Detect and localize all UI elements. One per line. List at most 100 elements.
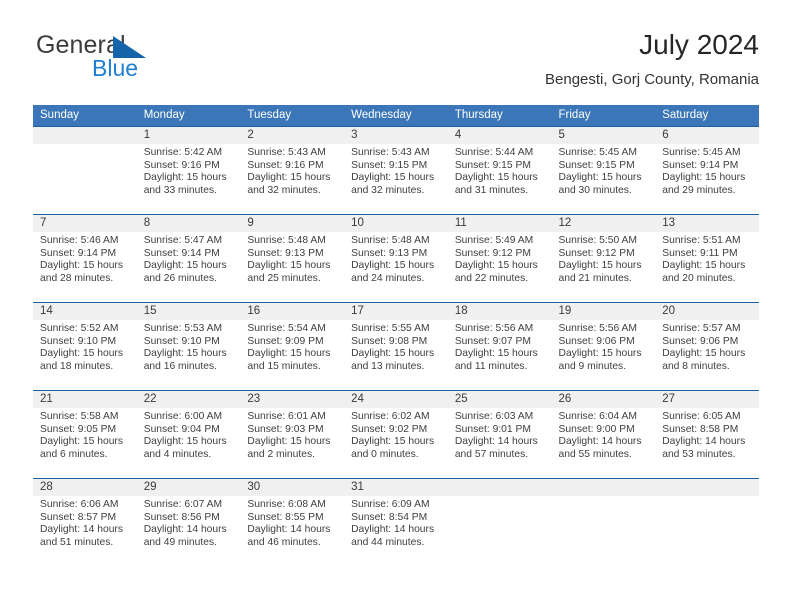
sunrise-time: Sunrise: 6:07 AM <box>143 499 223 510</box>
day-number: 2 <box>240 127 345 144</box>
day-cell[interactable]: 19 Sunrise: 5:56 AM Sunset: 9:06 PM Dayligh… <box>551 302 656 391</box>
general-blue-logo[interactable]: General Blue <box>33 31 233 91</box>
day-cell-inner: 14 Sunrise: 5:52 AM Sunset: 9:10 PM Dayligh… <box>33 303 137 390</box>
sunrise-time: Sunrise: 5:52 AM <box>40 323 119 334</box>
daylight-duration-line1: Daylight: 14 hours <box>454 436 538 448</box>
day-cell[interactable]: 21 Sunrise: 5:58 AM Sunset: 9:05 PM Dayligh… <box>33 390 137 479</box>
day-cell-inner: 19 Sunrise: 5:56 AM Sunset: 9:06 PM Dayligh… <box>551 303 656 390</box>
day-cell[interactable]: 7 Sunrise: 5:46 AM Sunset: 9:14 PM Daylight… <box>33 214 137 303</box>
day-cell[interactable]: 13 Sunrise: 5:51 AM Sunset: 9:11 PM Dayligh… <box>655 214 759 303</box>
daylight-duration-line1: Daylight: 14 hours <box>662 436 746 448</box>
daylight-duration-line1: Daylight: 15 hours <box>351 260 435 272</box>
day-cell-inner: 13 Sunrise: 5:51 AM Sunset: 9:11 PM Dayligh… <box>655 215 759 302</box>
day-details: Sunrise: 5:46 AM Sunset: 9:14 PM Daylight:… <box>33 232 137 285</box>
sunset-time: Sunset: 9:10 PM <box>40 335 117 347</box>
day-number: 8 <box>136 215 241 232</box>
day-details: Sunrise: 5:45 AM Sunset: 9:15 PM Daylight:… <box>552 144 656 197</box>
sunset-time: Sunset: 9:00 PM <box>558 423 635 435</box>
sunset-time: Sunset: 9:14 PM <box>40 247 117 259</box>
day-number: 19 <box>551 303 656 320</box>
daylight-duration-line1: Daylight: 15 hours <box>40 260 123 272</box>
daylight-duration-line1: Daylight: 14 hours <box>558 436 642 448</box>
sunrise-time: Sunrise: 6:09 AM <box>351 499 430 510</box>
sunset-time: Sunset: 9:03 PM <box>247 423 324 435</box>
day-cell[interactable]: 24 Sunrise: 6:02 AM Sunset: 9:02 PM Dayligh… <box>344 390 448 479</box>
day-details: Sunrise: 6:01 AM Sunset: 9:03 PM Daylight:… <box>240 408 344 461</box>
day-number: 9 <box>240 215 345 232</box>
weekday-header-tuesday: Tuesday <box>240 105 345 127</box>
daylight-duration-line2: and 30 minutes. <box>558 184 632 196</box>
day-details: Sunrise: 6:09 AM Sunset: 8:54 PM Daylight:… <box>344 496 448 549</box>
daylight-duration-line1: Daylight: 15 hours <box>143 348 227 360</box>
day-cell[interactable]: 10 Sunrise: 5:48 AM Sunset: 9:13 PM Dayligh… <box>344 214 448 303</box>
day-details: Sunrise: 5:48 AM Sunset: 9:13 PM Daylight:… <box>344 232 448 285</box>
day-number: 15 <box>136 303 241 320</box>
day-number: 18 <box>447 303 552 320</box>
day-cell[interactable]: 3 Sunrise: 5:43 AM Sunset: 9:15 PM Daylight… <box>344 126 448 215</box>
daylight-duration-line1: Daylight: 15 hours <box>247 260 331 272</box>
day-number: 11 <box>447 215 552 232</box>
sunset-time: Sunset: 9:12 PM <box>454 247 531 259</box>
calendar-week-row: 28 Sunrise: 6:06 AM Sunset: 8:57 PM Dayligh… <box>33 478 759 566</box>
day-cell[interactable]: 17 Sunrise: 5:55 AM Sunset: 9:08 PM Dayligh… <box>344 302 448 391</box>
daylight-duration-line2: and 32 minutes. <box>351 184 425 196</box>
day-cell[interactable]: 26 Sunrise: 6:04 AM Sunset: 9:00 PM Dayligh… <box>551 390 656 479</box>
day-number: 1 <box>136 127 241 144</box>
day-cell[interactable]: 1 Sunrise: 5:42 AM Sunset: 9:16 PM Daylight… <box>136 126 241 215</box>
sunset-time: Sunset: 9:15 PM <box>351 159 428 171</box>
day-cell[interactable]: 23 Sunrise: 6:01 AM Sunset: 9:03 PM Dayligh… <box>240 390 345 479</box>
day-cell[interactable]: 20 Sunrise: 5:57 AM Sunset: 9:06 PM Dayligh… <box>655 302 759 391</box>
weekday-header-monday: Monday <box>136 105 241 127</box>
day-cell[interactable]: 31 Sunrise: 6:09 AM Sunset: 8:54 PM Dayligh… <box>344 478 448 566</box>
daylight-duration-line1: Daylight: 14 hours <box>40 524 123 536</box>
day-cell[interactable]: 8 Sunrise: 5:47 AM Sunset: 9:14 PM Daylight… <box>136 214 241 303</box>
day-cell[interactable]: 6 Sunrise: 5:45 AM Sunset: 9:14 PM Daylight… <box>655 126 759 215</box>
sunrise-time: Sunrise: 5:56 AM <box>454 323 534 334</box>
day-cell[interactable]: 2 Sunrise: 5:43 AM Sunset: 9:16 PM Daylight… <box>240 126 345 215</box>
day-cell[interactable]: 27 Sunrise: 6:05 AM Sunset: 8:58 PM Dayligh… <box>655 390 759 479</box>
day-details: Sunrise: 5:58 AM Sunset: 9:05 PM Daylight:… <box>33 408 137 461</box>
daylight-duration-line1: Daylight: 14 hours <box>247 524 331 536</box>
day-cell[interactable]: 9 Sunrise: 5:48 AM Sunset: 9:13 PM Daylight… <box>240 214 345 303</box>
sunset-time: Sunset: 9:05 PM <box>40 423 117 435</box>
sunrise-time: Sunrise: 5:44 AM <box>454 147 534 158</box>
day-cell-inner <box>655 479 759 566</box>
sunset-time: Sunset: 9:04 PM <box>143 423 220 435</box>
day-number: 28 <box>33 479 137 496</box>
day-cell[interactable]: 4 Sunrise: 5:44 AM Sunset: 9:15 PM Daylight… <box>447 126 552 215</box>
day-cell[interactable]: 16 Sunrise: 5:54 AM Sunset: 9:09 PM Dayligh… <box>240 302 345 391</box>
day-cell[interactable]: 30 Sunrise: 6:08 AM Sunset: 8:55 PM Dayligh… <box>240 478 345 566</box>
day-cell[interactable]: 22 Sunrise: 6:00 AM Sunset: 9:04 PM Dayligh… <box>136 390 241 479</box>
day-cell-inner: 6 Sunrise: 5:45 AM Sunset: 9:14 PM Daylight… <box>655 127 759 214</box>
day-cell-inner: 18 Sunrise: 5:56 AM Sunset: 9:07 PM Dayligh… <box>447 303 552 390</box>
day-number <box>655 479 759 496</box>
day-cell[interactable]: 28 Sunrise: 6:06 AM Sunset: 8:57 PM Dayligh… <box>33 478 137 566</box>
day-number: 12 <box>551 215 656 232</box>
sunset-time: Sunset: 8:54 PM <box>351 511 428 523</box>
day-cell[interactable]: 29 Sunrise: 6:07 AM Sunset: 8:56 PM Dayligh… <box>136 478 241 566</box>
daylight-duration-line1: Daylight: 14 hours <box>143 524 227 536</box>
day-cell[interactable]: 5 Sunrise: 5:45 AM Sunset: 9:15 PM Daylight… <box>551 126 656 215</box>
calendar-week-row: 1 Sunrise: 5:42 AM Sunset: 9:16 PM Daylight… <box>33 126 759 215</box>
day-details: Sunrise: 5:53 AM Sunset: 9:10 PM Daylight:… <box>137 320 241 373</box>
day-number: 27 <box>655 391 759 408</box>
day-details: Sunrise: 6:00 AM Sunset: 9:04 PM Daylight:… <box>137 408 241 461</box>
day-cell[interactable]: 11 Sunrise: 5:49 AM Sunset: 9:12 PM Dayligh… <box>447 214 552 303</box>
day-cell[interactable]: 15 Sunrise: 5:53 AM Sunset: 9:10 PM Dayligh… <box>136 302 241 391</box>
day-cell[interactable]: 18 Sunrise: 5:56 AM Sunset: 9:07 PM Dayligh… <box>447 302 552 391</box>
day-cell[interactable]: 25 Sunrise: 6:03 AM Sunset: 9:01 PM Dayligh… <box>447 390 552 479</box>
day-number <box>551 479 656 496</box>
day-cell[interactable]: 12 Sunrise: 5:50 AM Sunset: 9:12 PM Dayligh… <box>551 214 656 303</box>
day-details: Sunrise: 5:56 AM Sunset: 9:07 PM Daylight:… <box>448 320 552 373</box>
daylight-duration-line2: and 26 minutes. <box>143 272 217 284</box>
day-cell-inner: 4 Sunrise: 5:44 AM Sunset: 9:15 PM Daylight… <box>447 127 552 214</box>
day-number: 24 <box>344 391 448 408</box>
day-number: 3 <box>344 127 448 144</box>
weekday-header-saturday: Saturday <box>655 105 759 127</box>
daylight-duration-line1: Daylight: 15 hours <box>143 436 227 448</box>
daylight-duration-line1: Daylight: 15 hours <box>351 172 435 184</box>
day-cell-inner: 31 Sunrise: 6:09 AM Sunset: 8:54 PM Dayligh… <box>344 479 448 566</box>
sunset-time: Sunset: 9:13 PM <box>351 247 428 259</box>
day-cell-inner: 10 Sunrise: 5:48 AM Sunset: 9:13 PM Dayligh… <box>344 215 448 302</box>
day-cell[interactable]: 14 Sunrise: 5:52 AM Sunset: 9:10 PM Dayligh… <box>33 302 137 391</box>
